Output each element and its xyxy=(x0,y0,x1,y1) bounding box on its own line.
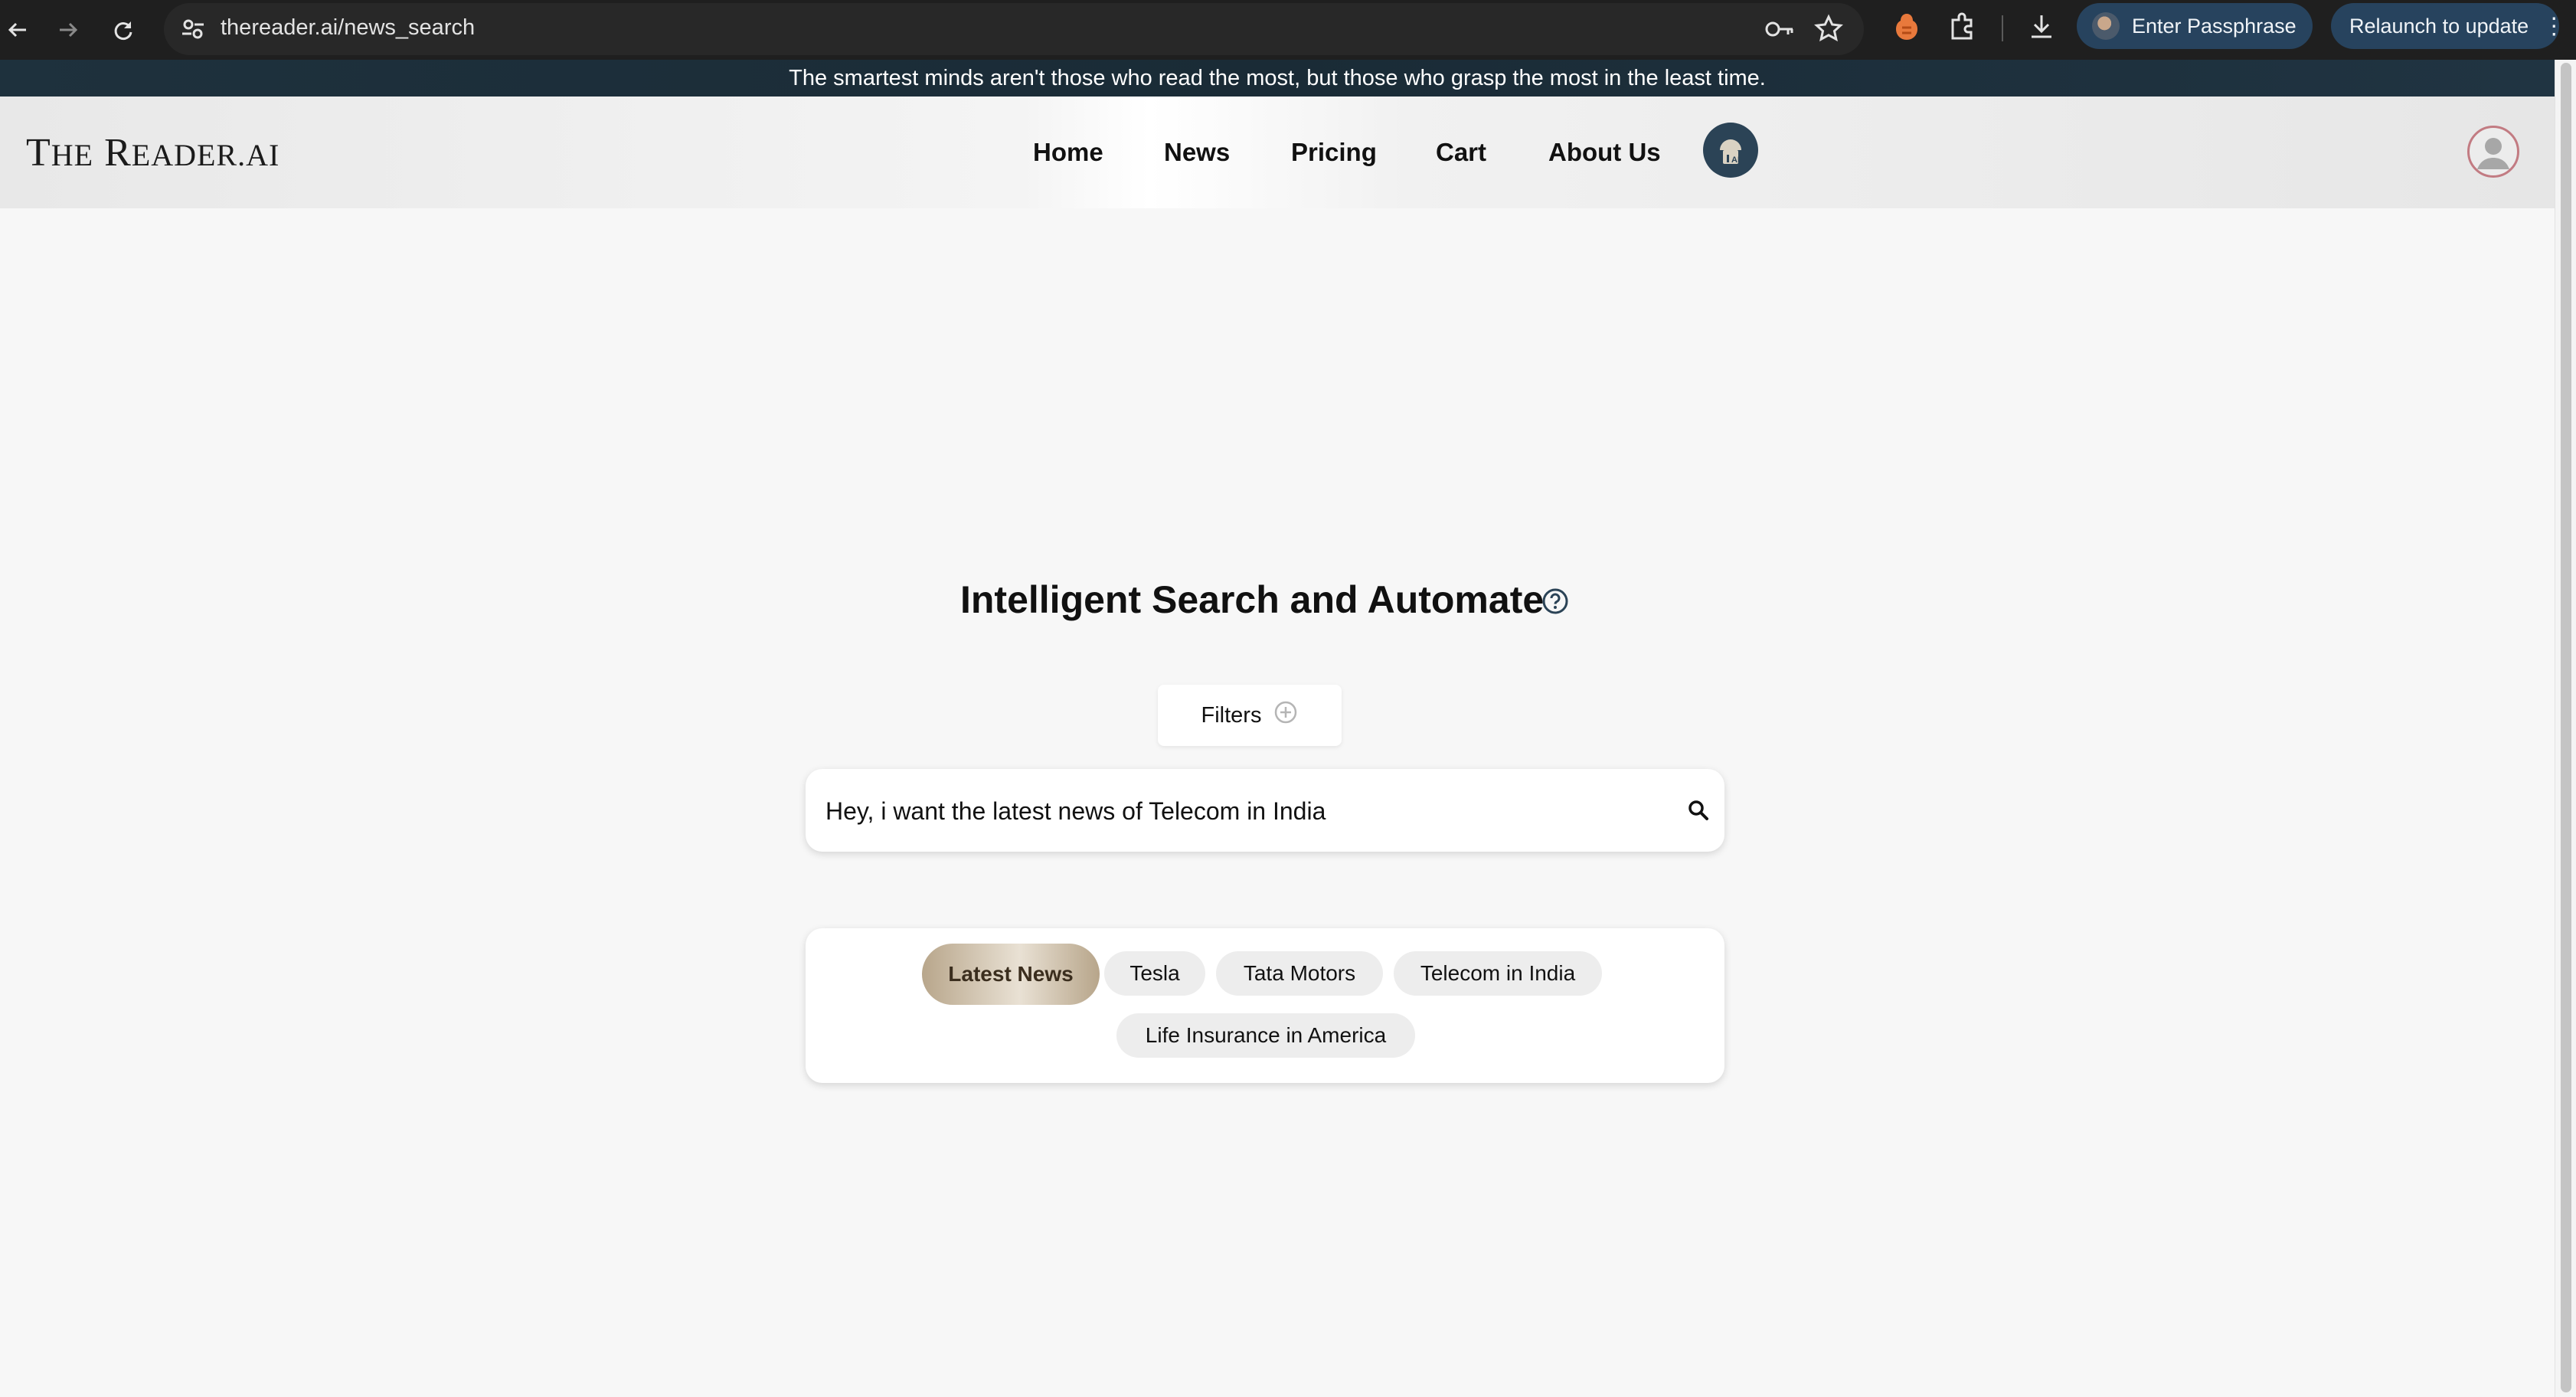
site-settings-icon[interactable] xyxy=(178,14,208,48)
add-circle-icon xyxy=(1273,700,1298,731)
relaunch-button[interactable]: Relaunch to update ⋮ xyxy=(2331,3,2565,49)
quote-text: The smartest minds aren't those who read… xyxy=(789,65,1766,90)
scrollbar-thumb[interactable] xyxy=(2561,63,2571,1392)
extension-icon[interactable] xyxy=(1891,11,1922,48)
nav-cart[interactable]: Cart xyxy=(1436,138,1486,167)
nav-about-us[interactable]: About Us xyxy=(1548,138,1661,167)
page-title: Intelligent Search and Automate xyxy=(960,578,1545,621)
password-key-icon[interactable] xyxy=(1764,15,1795,47)
browser-toolbar: thereader.ai/news_search Enter Passphras… xyxy=(0,0,2576,60)
puzzle-icon[interactable] xyxy=(1947,11,1977,45)
page-scrollbar[interactable] xyxy=(2555,60,2576,1397)
nav-news[interactable]: News xyxy=(1164,138,1230,167)
svg-text:AI: AI xyxy=(1731,155,1740,165)
profile-label: Enter Passphrase xyxy=(2132,14,2296,38)
site-header: THE READER.AI Home News Pricing Cart Abo… xyxy=(0,97,2555,208)
relaunch-label: Relaunch to update xyxy=(2349,14,2529,38)
address-bar[interactable]: thereader.ai/news_search xyxy=(164,3,1864,55)
search-input[interactable] xyxy=(824,787,1654,835)
search-box xyxy=(806,769,1724,852)
suggestion-latest-news[interactable]: Latest News xyxy=(922,944,1100,1005)
bookmark-star-icon[interactable] xyxy=(1813,14,1844,48)
user-avatar-icon[interactable] xyxy=(2467,126,2519,178)
nav-pricing[interactable]: Pricing xyxy=(1291,138,1377,167)
download-icon[interactable] xyxy=(2026,11,2057,45)
suggestion-life-insurance-in-america[interactable]: Life Insurance in America xyxy=(1116,1013,1415,1058)
suggestion-tata-motors[interactable]: Tata Motors xyxy=(1216,951,1383,996)
search-icon[interactable] xyxy=(1686,798,1711,826)
back-icon[interactable] xyxy=(0,12,35,47)
toolbar-divider xyxy=(2002,15,2003,41)
filters-button[interactable]: Filters xyxy=(1158,685,1342,746)
suggestion-tesla[interactable]: Tesla xyxy=(1104,951,1205,996)
suggestions-card: Latest News Tesla Tata Motors Telecom in… xyxy=(806,928,1724,1083)
profile-avatar xyxy=(2092,12,2120,40)
reload-icon[interactable] xyxy=(106,12,141,47)
quote-banner: The smartest minds aren't those who read… xyxy=(0,60,2555,97)
filters-label: Filters xyxy=(1201,702,1262,728)
url-text[interactable]: thereader.ai/news_search xyxy=(221,15,475,41)
suggestion-telecom-in-india[interactable]: Telecom in India xyxy=(1394,951,1602,996)
forward-icon[interactable] xyxy=(51,12,86,47)
site-logo[interactable]: THE READER.AI xyxy=(26,130,280,175)
nav-home[interactable]: Home xyxy=(1033,138,1103,167)
profile-chip[interactable]: Enter Passphrase xyxy=(2077,3,2313,49)
ai-assistant-icon[interactable]: AI xyxy=(1703,123,1758,178)
help-icon[interactable] xyxy=(1541,587,1570,620)
more-icon[interactable]: ⋮ xyxy=(2542,13,2565,40)
